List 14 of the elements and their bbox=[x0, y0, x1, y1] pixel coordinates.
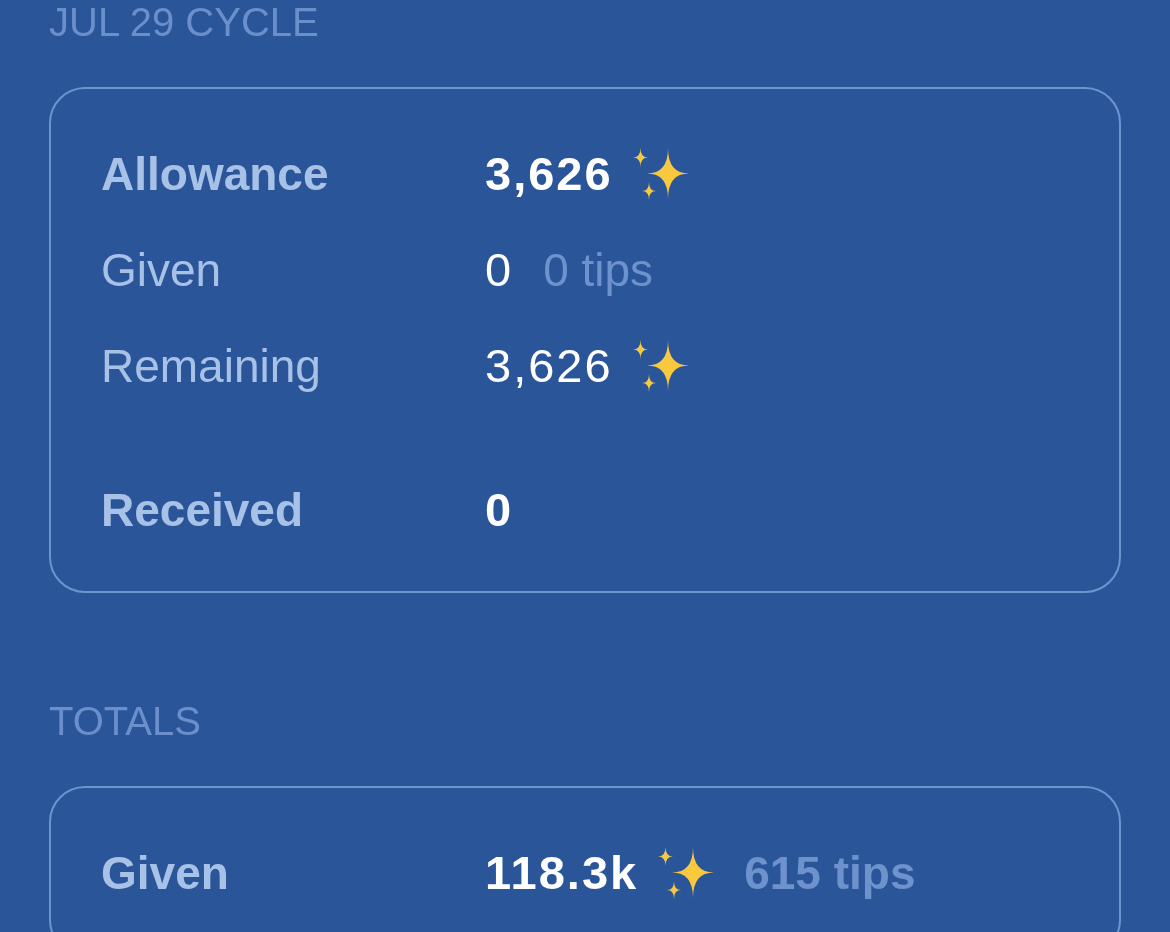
stat-value: 3,626 bbox=[485, 338, 613, 394]
stat-value: 0 bbox=[485, 482, 514, 538]
stat-label: Given bbox=[101, 846, 229, 901]
stat-label: Allowance bbox=[101, 147, 329, 202]
section-title: JUL 29 CYCLE bbox=[49, 0, 320, 44]
tips-count: 0 tips bbox=[543, 243, 654, 298]
stat-label: Given bbox=[101, 243, 222, 298]
stat-value: 0 bbox=[485, 242, 514, 298]
tips-count: 615 tips bbox=[744, 846, 916, 901]
stat-label: Remaining bbox=[101, 339, 321, 394]
stat-label: Received bbox=[101, 483, 303, 538]
stat-value: 3,626 bbox=[485, 146, 613, 202]
stat-value: 118.3k bbox=[485, 845, 639, 901]
section-title: TOTALS bbox=[49, 699, 202, 743]
